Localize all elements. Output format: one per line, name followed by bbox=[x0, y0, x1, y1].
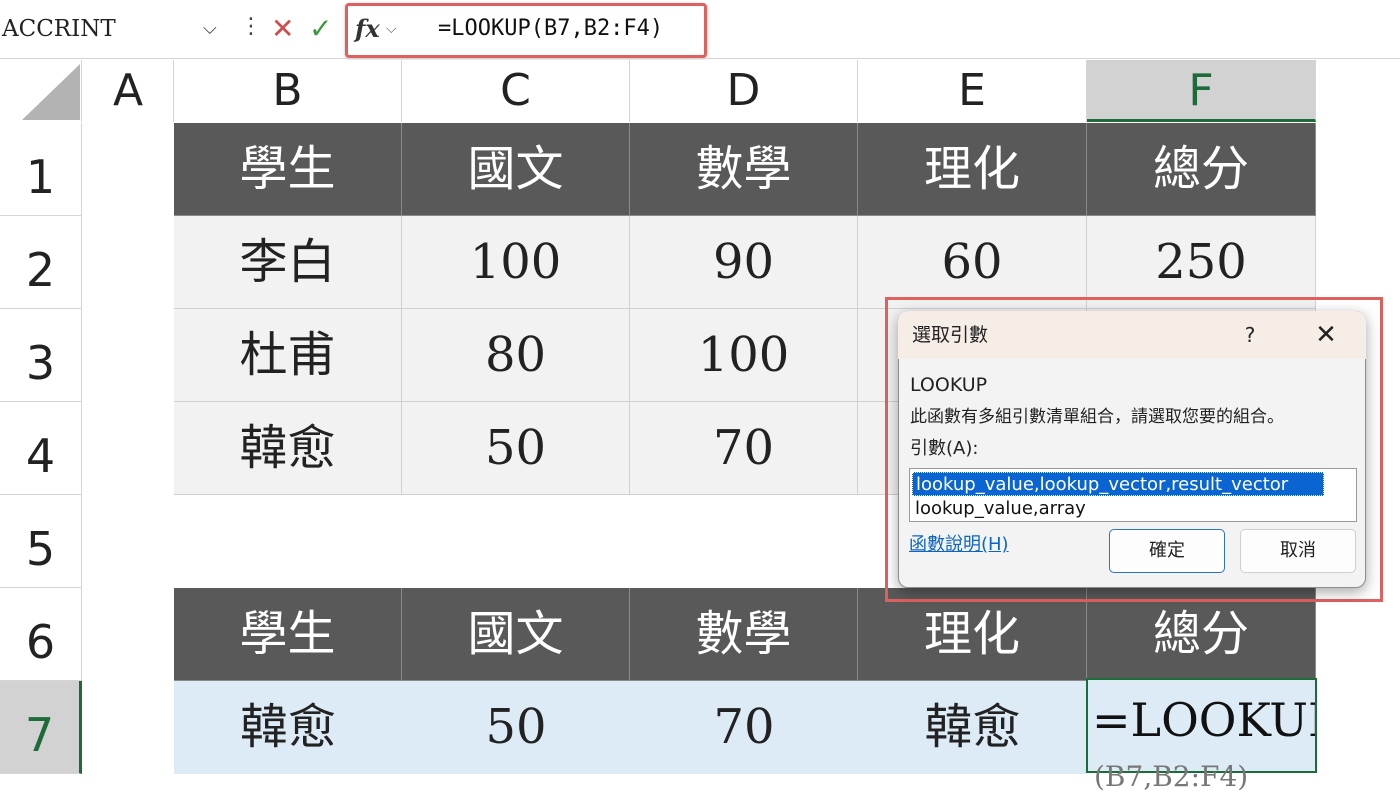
cell-b3[interactable]: 杜甫 bbox=[174, 309, 402, 402]
function-name: LOOKUP bbox=[910, 374, 988, 396]
cancel-formula-icon[interactable]: ✕ bbox=[271, 12, 299, 46]
cell-d7[interactable]: 70 bbox=[630, 681, 858, 774]
column-header-a[interactable]: A bbox=[83, 60, 174, 122]
row-header-5[interactable]: 5 bbox=[0, 495, 82, 588]
argument-option-array[interactable]: lookup_value,array bbox=[912, 497, 1324, 521]
cell-d1[interactable]: 數學 bbox=[630, 123, 858, 216]
cell-f2[interactable]: 250 bbox=[1087, 216, 1316, 309]
cell-b7[interactable]: 韓愈 bbox=[174, 681, 402, 774]
cell-b4[interactable]: 韓愈 bbox=[174, 402, 402, 495]
column-header-f[interactable]: F bbox=[1087, 60, 1316, 122]
formula-input[interactable]: =LOOKUP(B7,B2:F4) bbox=[412, 12, 704, 46]
close-icon[interactable]: ✕ bbox=[1310, 318, 1342, 352]
cell-c7[interactable]: 50 bbox=[402, 681, 630, 774]
column-header-c[interactable]: C bbox=[402, 60, 630, 122]
function-description: 此函數有多組引數清單組合，請選取您要的組合。 bbox=[910, 407, 1284, 427]
function-help-link[interactable]: 函數說明(H) bbox=[909, 532, 1049, 558]
column-header-d[interactable]: D bbox=[630, 60, 858, 122]
dialog-title: 選取引數 bbox=[912, 324, 989, 346]
arguments-label: 引數(A): bbox=[910, 438, 979, 459]
cell-f1[interactable]: 總分 bbox=[1087, 123, 1316, 216]
cell-c4[interactable]: 50 bbox=[402, 402, 630, 495]
cell-c2[interactable]: 100 bbox=[402, 216, 630, 309]
active-cell-f7[interactable]: =LOOKUP bbox=[1086, 678, 1317, 773]
more-options-icon[interactable]: ⋮ bbox=[240, 12, 262, 46]
cell-b6[interactable]: 學生 bbox=[174, 588, 402, 681]
row-header-1[interactable]: 1 bbox=[0, 123, 82, 216]
cell-b2[interactable]: 李白 bbox=[174, 216, 402, 309]
grid-top-border bbox=[0, 58, 1400, 59]
cell-b1[interactable]: 學生 bbox=[174, 123, 402, 216]
column-header-e[interactable]: E bbox=[858, 60, 1087, 122]
cancel-button[interactable]: 取消 bbox=[1240, 529, 1356, 573]
chevron-down-icon[interactable]: ⌵ bbox=[203, 12, 223, 46]
ok-button[interactable]: 確定 bbox=[1109, 529, 1225, 573]
row-header-7[interactable]: 7 bbox=[0, 681, 82, 774]
cell-d4[interactable]: 70 bbox=[630, 402, 858, 495]
argument-option-vector[interactable]: lookup_value,lookup_vector,result_vector bbox=[912, 472, 1324, 496]
name-box[interactable]: ACCRINT bbox=[0, 12, 230, 46]
cell-d6[interactable]: 數學 bbox=[630, 588, 858, 681]
row-header-3[interactable]: 3 bbox=[0, 309, 82, 402]
fx-chevron-down-icon[interactable]: ⌵ bbox=[386, 12, 404, 46]
enter-formula-icon[interactable]: ✓ bbox=[309, 12, 337, 46]
active-cell-overflow-text: (B7,B2:F4) bbox=[1094, 762, 1249, 792]
row-header-6[interactable]: 6 bbox=[0, 588, 82, 681]
column-header-b[interactable]: B bbox=[174, 60, 402, 122]
select-all-triangle-icon bbox=[22, 64, 80, 120]
cell-d3[interactable]: 100 bbox=[630, 309, 858, 402]
cell-c3[interactable]: 80 bbox=[402, 309, 630, 402]
row-header-4[interactable]: 4 bbox=[0, 402, 82, 495]
cell-c6[interactable]: 國文 bbox=[402, 588, 630, 681]
insert-function-button[interactable]: fx bbox=[355, 12, 385, 46]
cell-d2[interactable]: 90 bbox=[630, 216, 858, 309]
cell-e1[interactable]: 理化 bbox=[858, 123, 1087, 216]
cell-c1[interactable]: 國文 bbox=[402, 123, 630, 216]
cell-e7[interactable]: 韓愈 bbox=[858, 681, 1087, 774]
cell-e2[interactable]: 60 bbox=[858, 216, 1087, 309]
help-icon[interactable]: ? bbox=[1238, 318, 1262, 352]
row-header-2[interactable]: 2 bbox=[0, 216, 82, 309]
